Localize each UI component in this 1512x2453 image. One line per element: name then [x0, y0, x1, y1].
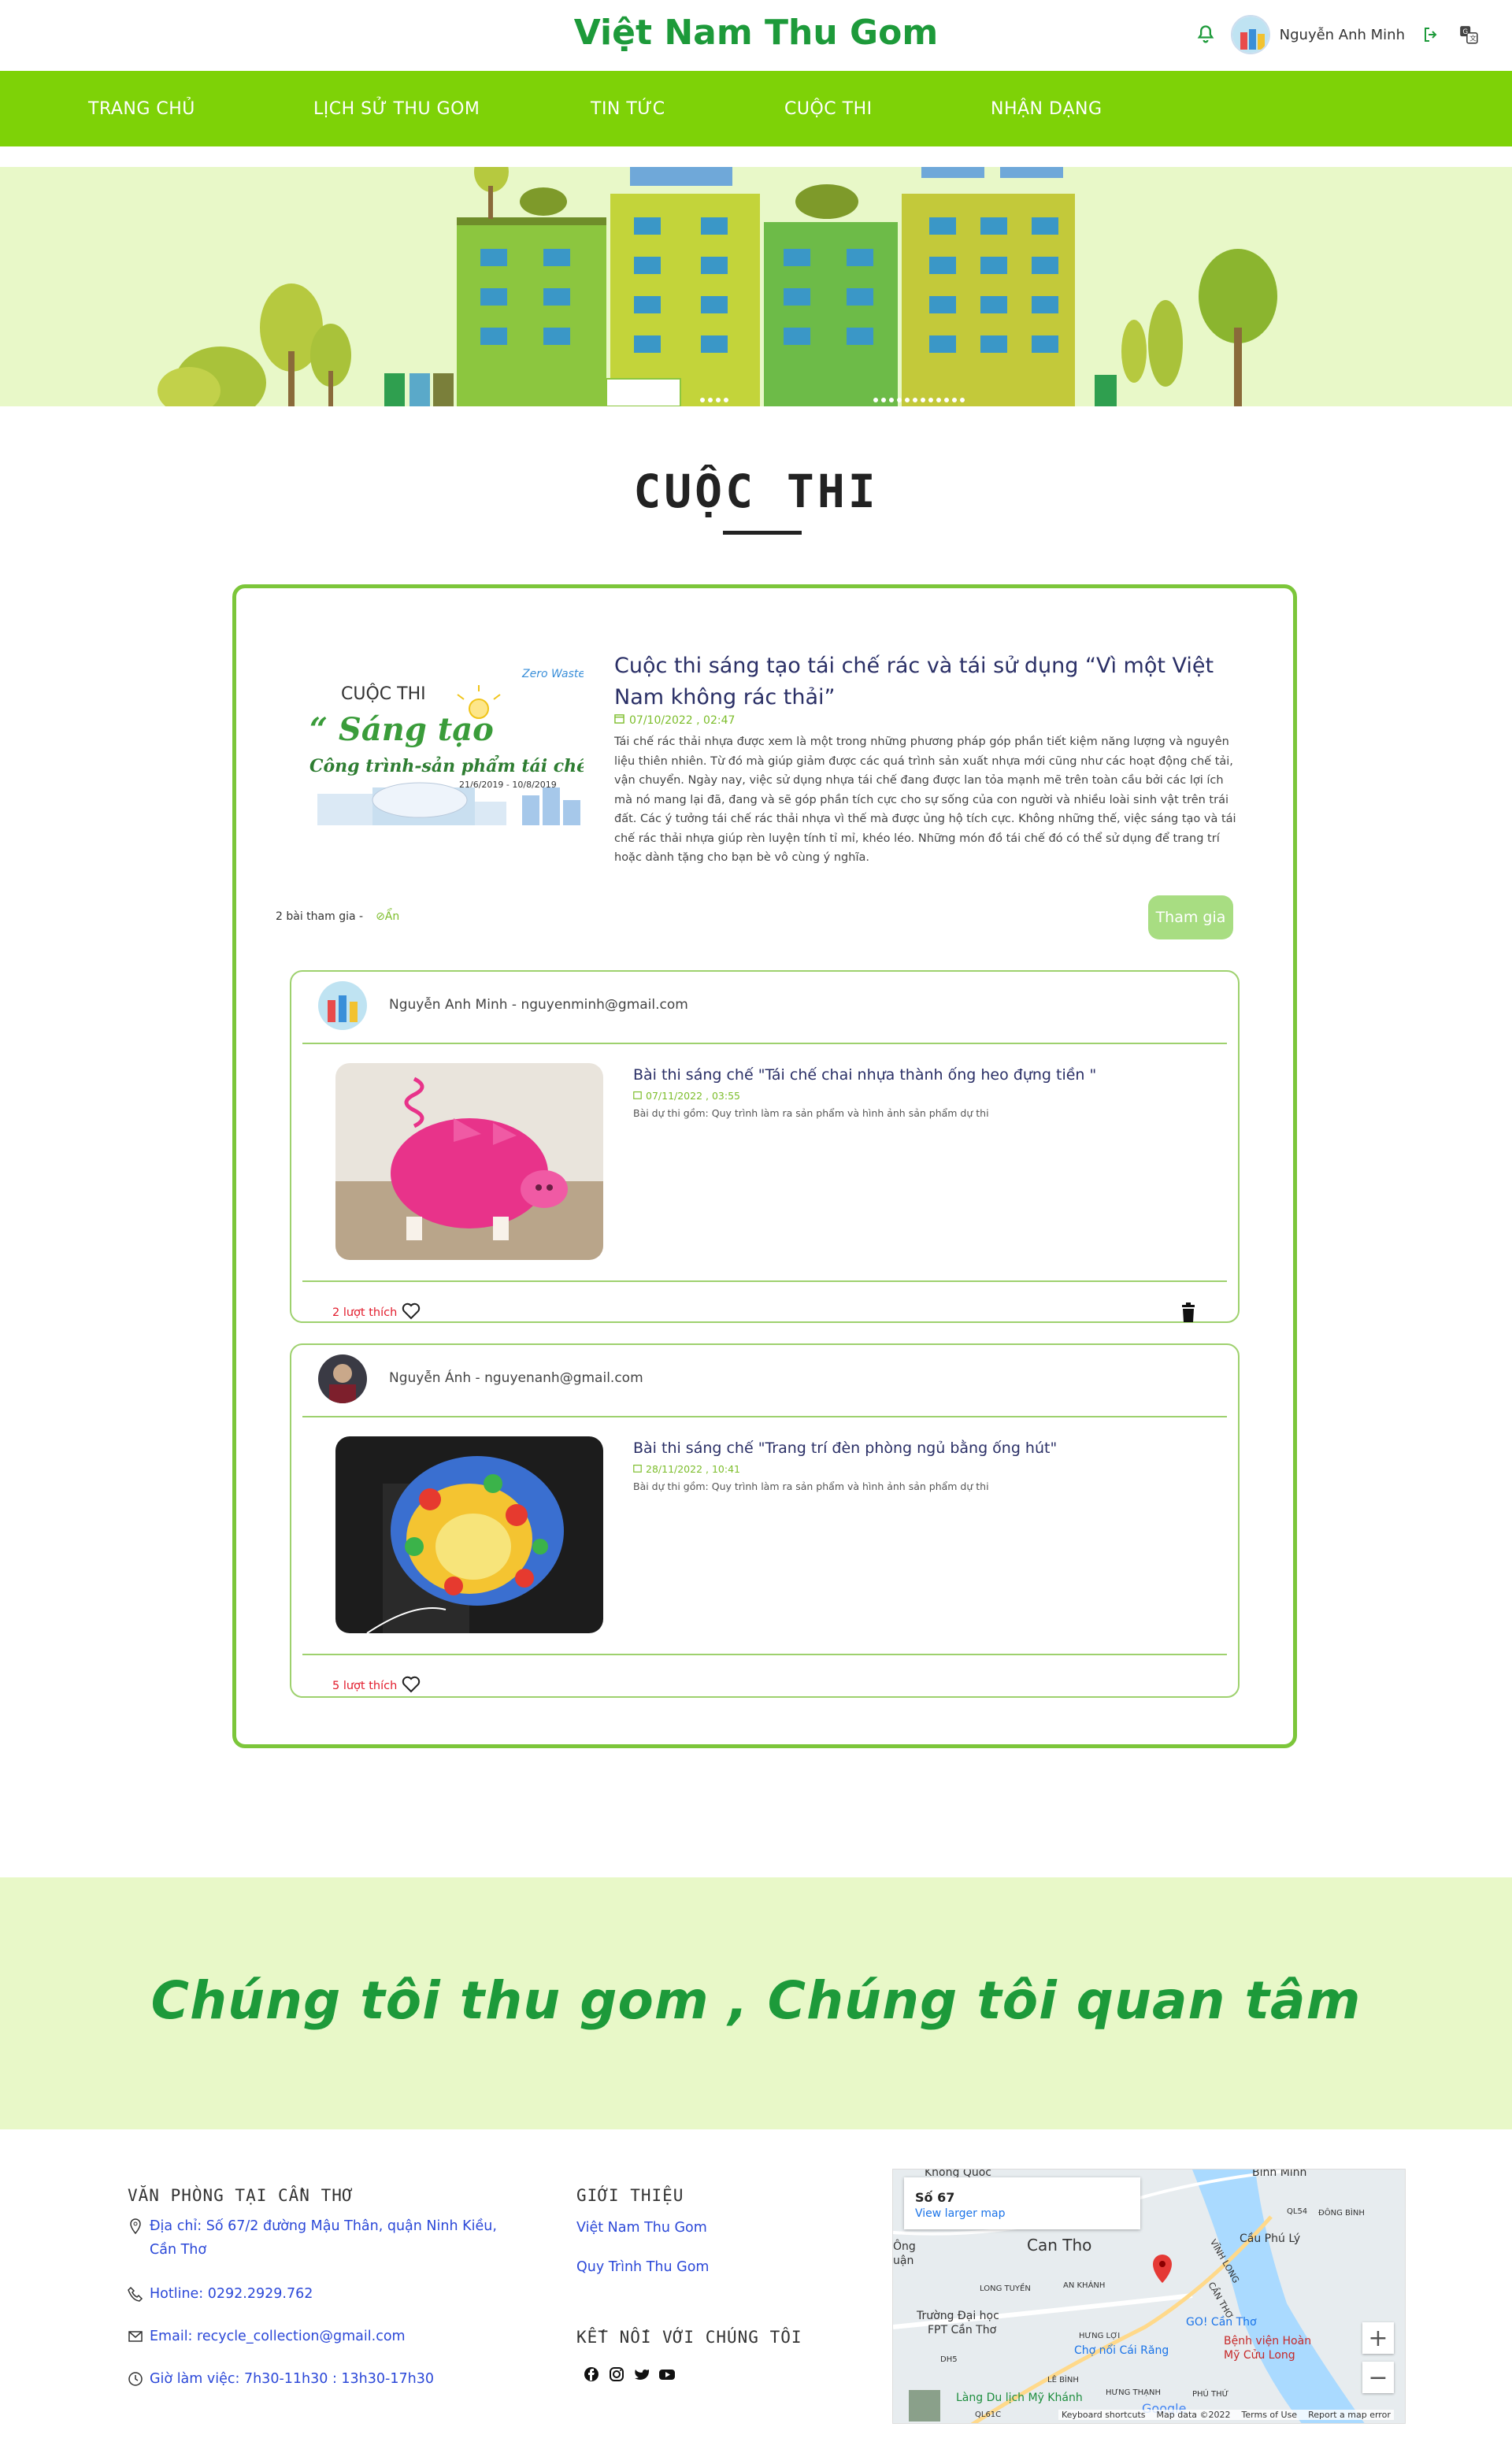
- entry-image[interactable]: [335, 1436, 603, 1633]
- title-underline: [723, 531, 802, 535]
- like-button[interactable]: 2 lượt thích: [332, 1302, 421, 1323]
- nav-item-history[interactable]: LỊCH SỬ THU GOM: [313, 99, 480, 119]
- entry-title[interactable]: Bài thi sáng chế "Trang trí đèn phòng ng…: [633, 1440, 1057, 1457]
- nav-item-recognition[interactable]: NHẬN DẠNG: [991, 99, 1102, 119]
- contest-date-text: 07/10/2022 , 02:47: [629, 713, 736, 727]
- location-icon: [128, 2218, 143, 2235]
- like-count: 2 lượt thích: [332, 1306, 398, 1319]
- location-map[interactable]: Không Quốc Bình Minh Can Tho Ông uận Cầu…: [892, 2169, 1406, 2424]
- slogan: Chúng tôi thu gom , Chúng tôi quan tâm: [150, 1970, 1362, 2031]
- entry-user: Nguyễn Ánh - nguyenanh@gmail.com: [389, 1370, 643, 1386]
- contest-title[interactable]: Cuộc thi sáng tạo tái chế rác và tái sử …: [614, 650, 1244, 713]
- entry-image[interactable]: [335, 1063, 603, 1260]
- calendar-icon: [614, 713, 624, 727]
- hero-banner: [0, 146, 1512, 406]
- twitter-icon[interactable]: [633, 2366, 650, 2383]
- join-button[interactable]: Tham gia: [1148, 895, 1233, 939]
- calendar-icon: [633, 1090, 642, 1102]
- terms-link[interactable]: Terms of Use: [1242, 2410, 1298, 2420]
- city-illustration: [158, 146, 1277, 406]
- hours-link[interactable]: Giờ làm việc: 7h30-11h30 : 13h30-17h30: [128, 2367, 434, 2391]
- nav-item-news[interactable]: TIN TỨC: [591, 99, 665, 119]
- instagram-icon[interactable]: [608, 2366, 625, 2383]
- map-place: Số 67: [915, 2190, 955, 2205]
- entry-card: Nguyễn Ánh - nguyenanh@gmail.com Bài thi…: [290, 1343, 1240, 1698]
- entry-description: Bài dự thi gồm: Quy trình làm ra sản phẩ…: [633, 1480, 989, 1492]
- youtube-icon[interactable]: [658, 2366, 676, 2383]
- nav-item-contest[interactable]: CUỘC THI: [784, 99, 873, 119]
- svg-text:CUỘC THI: CUỘC THI: [341, 684, 426, 704]
- entry-title[interactable]: Bài thi sáng chế "Tái chế chai nhựa thàn…: [633, 1066, 1096, 1084]
- logout-icon[interactable]: [1419, 23, 1443, 46]
- contest-date: 07/10/2022 , 02:47: [614, 713, 735, 727]
- contest-image: CUỘC THI “ Sáng tạo Công trình-sản phẩm …: [309, 661, 584, 825]
- zoom-out-button[interactable]: −: [1362, 2362, 1394, 2393]
- avatar: [318, 1354, 367, 1403]
- intro-link-process[interactable]: Quy Trình Thu Gom: [576, 2255, 709, 2279]
- entry-user: Nguyễn Anh Minh - nguyenminh@gmail.com: [389, 997, 688, 1013]
- entry-date: 28/11/2022 , 10:41: [633, 1463, 740, 1475]
- svg-text:G: G: [1462, 28, 1468, 36]
- map-data-label: Map data ©2022: [1156, 2410, 1231, 2420]
- svg-text:Zero Waste EcoPark: Zero Waste EcoPark: [521, 668, 584, 680]
- user-area: Nguyễn Anh Minh G文: [1195, 13, 1480, 57]
- hide-toggle[interactable]: ⊘Ẩn: [376, 910, 399, 923]
- intro-title: GIỚI THIỆU: [576, 2186, 684, 2205]
- avatar[interactable]: [1230, 15, 1270, 54]
- entry-card: Nguyễn Anh Minh - nguyenminh@gmail.com B…: [290, 970, 1240, 1323]
- participants-count: 2 bài tham gia -: [276, 910, 364, 923]
- envelope-icon: [128, 2329, 143, 2344]
- facebook-icon[interactable]: [583, 2366, 600, 2383]
- hotline-link[interactable]: Hotline: 0292.2929.762: [128, 2282, 313, 2306]
- map-footer: Keyboard shortcuts Map data ©2022 Terms …: [1058, 2410, 1394, 2420]
- report-error-link[interactable]: Report a map error: [1308, 2410, 1391, 2420]
- heart-icon[interactable]: [402, 1676, 421, 1696]
- svg-text:文: 文: [1469, 34, 1477, 43]
- svg-text:Công trình-sản phẩm tái chế”: Công trình-sản phẩm tái chế”: [309, 754, 584, 776]
- phone-icon: [128, 2286, 143, 2302]
- trash-icon[interactable]: [1180, 1302, 1197, 1323]
- keyboard-shortcuts-link[interactable]: Keyboard shortcuts: [1062, 2410, 1146, 2420]
- office-title: VĂN PHÒNG TẠI CẦN THƠ: [128, 2186, 354, 2205]
- participants-row: 2 bài tham gia - ⊘Ẩn: [276, 910, 399, 923]
- svg-text:“ Sáng tạo: “ Sáng tạo: [309, 711, 494, 748]
- calendar-icon: [633, 1463, 642, 1475]
- eye-slash-icon: ⊘: [376, 910, 385, 923]
- like-count: 5 lượt thích: [332, 1680, 398, 1692]
- map-info-popup: Số 67 View larger map: [904, 2177, 1140, 2229]
- bell-icon[interactable]: [1195, 24, 1217, 46]
- avatar: [318, 981, 367, 1030]
- clock-icon: [128, 2371, 143, 2387]
- entry-description: Bài dự thi gồm: Quy trình làm ra sản phẩ…: [633, 1107, 989, 1119]
- view-larger-map-link[interactable]: View larger map: [915, 2207, 1005, 2220]
- section-title: CUỘC THI: [633, 465, 879, 518]
- nav-item-home[interactable]: TRANG CHỦ: [88, 99, 195, 119]
- like-button[interactable]: 5 lượt thích: [332, 1676, 421, 1696]
- connect-title: KẾT NỐI VỚI CHÚNG TÔI: [576, 2328, 802, 2347]
- username[interactable]: Nguyễn Anh Minh: [1280, 27, 1405, 43]
- zoom-in-button[interactable]: +: [1362, 2322, 1394, 2354]
- heart-icon[interactable]: [402, 1302, 421, 1323]
- top-header: Việt Nam Thu Gom Nguyễn Anh Minh G文: [0, 0, 1512, 71]
- social-links: [583, 2366, 676, 2383]
- intro-link-vntg[interactable]: Việt Nam Thu Gom: [576, 2216, 707, 2240]
- main-nav: TRANG CHỦ LỊCH SỬ THU GOM TIN TỨC CUỘC T…: [0, 71, 1512, 146]
- entry-date: 07/11/2022 , 03:55: [633, 1090, 740, 1102]
- address-link[interactable]: Địa chỉ: Số 67/2 đường Mậu Thân, quận Ni…: [128, 2214, 521, 2262]
- contest-description: Tái chế rác thải nhựa được xem là một tr…: [614, 736, 1236, 864]
- slogan-band: Chúng tôi thu gom , Chúng tôi quan tâm: [0, 1877, 1512, 2129]
- email-link[interactable]: Email: recycle_collection@gmail.com: [128, 2325, 406, 2348]
- translate-icon[interactable]: G文: [1457, 23, 1480, 46]
